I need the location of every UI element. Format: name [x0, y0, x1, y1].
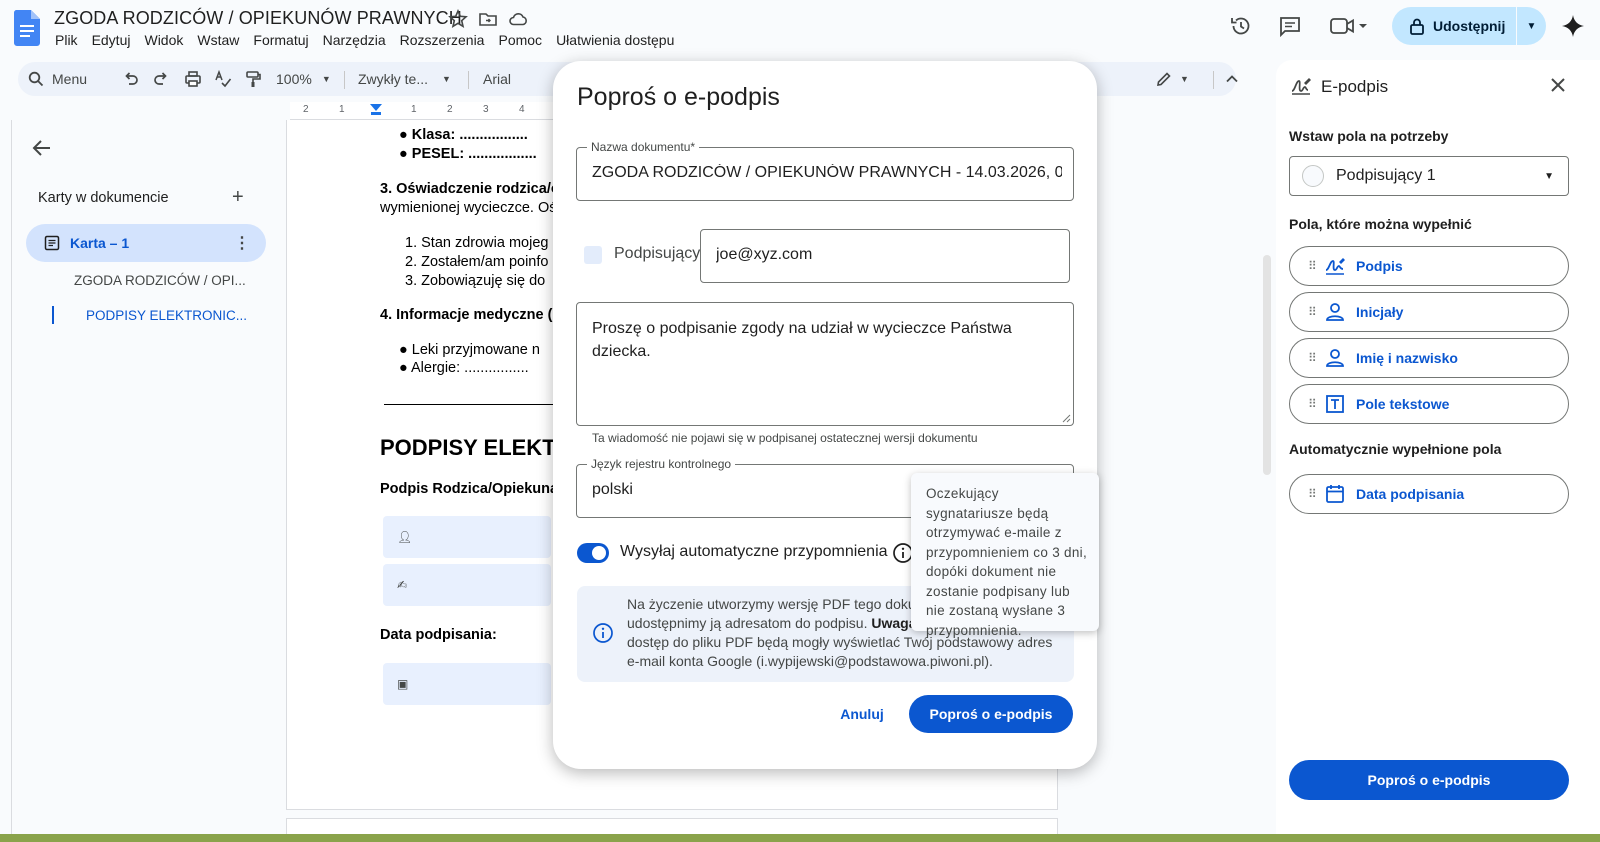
- signer-label: Podpisujący 1: [614, 245, 714, 262]
- field-label: Język rejestru kontrolnego: [587, 457, 736, 471]
- info-icon: [593, 623, 613, 643]
- reminders-label: Wysyłaj automatyczne przypomnienia: [620, 543, 888, 560]
- info-line-part: udostępnimy ją adresatom do podpisu.: [627, 615, 872, 631]
- message-value: Proszę o podpisanie zgody na udział w wy…: [592, 320, 1012, 360]
- signer-email-input[interactable]: joe@xyz.com: [700, 229, 1070, 283]
- language-value: polski: [592, 481, 633, 498]
- request-signature-button[interactable]: Poproś o e-podpis: [909, 695, 1073, 733]
- reminders-tooltip: Oczekujący sygnatariusze będą otrzymywać…: [911, 473, 1099, 638]
- request-signature-dialog: Poproś o e-podpis Nazwa dokumentu* ZGODA…: [553, 61, 1097, 769]
- reminders-toggle[interactable]: [577, 543, 609, 563]
- info-line: e-mail konta Google (i.wypijewski@podsta…: [627, 653, 993, 669]
- info-warning-label: Uwaga: [871, 615, 917, 631]
- document-name-field[interactable]: Nazwa dokumentu* ZGODA RODZICÓW / OPIEKU…: [576, 140, 1074, 201]
- toggle-knob: [592, 546, 606, 560]
- signer-email-value: joe@xyz.com: [716, 246, 813, 263]
- resize-handle-icon[interactable]: [1061, 413, 1071, 423]
- message-textarea[interactable]: Proszę o podpisanie zgody na udział w wy…: [576, 302, 1074, 426]
- field-label: Nazwa dokumentu*: [587, 140, 700, 154]
- document-name-value: ZGODA RODZICÓW / OPIEKUNÓW PRAWNYCH - 14…: [592, 164, 1062, 181]
- message-hint: Ta wiadomość nie pojawi się w podpisanej…: [592, 431, 978, 445]
- dialog-title: Poproś o e-podpis: [577, 83, 780, 111]
- cancel-button[interactable]: Anuluj: [827, 695, 897, 733]
- signer-checkbox[interactable]: [584, 246, 602, 264]
